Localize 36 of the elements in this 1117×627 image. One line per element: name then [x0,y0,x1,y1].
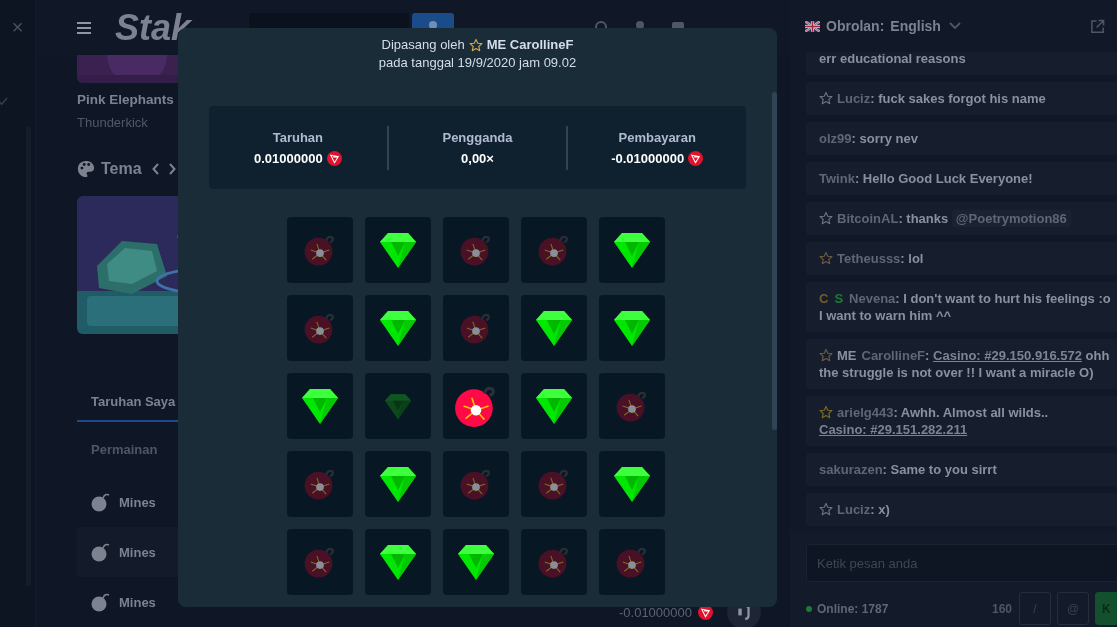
stat-value: -0.01000000 [611,150,685,166]
chat-message: err educational reasons [819,52,967,67]
close-button[interactable]: × [11,16,24,39]
payout-amount: -0.01000000 [619,604,692,620]
message-link[interactable]: Casino: #29.150.916.572 [933,348,1082,363]
chat-message: Tetheusss: lol [819,250,1115,267]
user-mention[interactable]: @Poetrymotion86 [951,210,1071,227]
provider-name[interactable]: Thunderkick [77,115,148,130]
chat-message: olz99: sorry nev [819,130,919,147]
stat-value: 0,00× [461,150,494,166]
chat-message: C S Nevena: I don't want to hurt his feelings :o I want to warn him ^^ [819,290,1112,324]
stat-label: Taruhan [272,129,323,145]
online-count: Online: 1787 [817,601,889,616]
game-name: Mines [119,494,156,510]
game-title[interactable]: Pink Elephants [77,92,174,107]
stat-value: 0.01000000 [254,150,323,166]
message-link[interactable]: Casino: #29.151.282.211 [819,422,968,437]
chat-title: Obrolan: [826,18,885,34]
character-count: 160 [991,601,1012,616]
bet-row[interactable]: Mines [77,477,775,527]
chat-message: Luciz: fuck sakes forgot his name [819,90,1115,107]
chat-message: BitcoinAL: thanks @Poetrymotion86 [819,210,1115,227]
chat-message: ME CarollineF: Casino: #29.150.916.572 ohh the struggle is not over !! I want a miracle O) [819,347,1111,381]
section-title: Tema [101,160,142,178]
game-name: Mines [119,544,156,560]
user-name[interactable]: ME CarollineF [486,36,574,54]
bet-date: pada tanggal 19/9/2020 jam 09.02 [378,54,577,72]
game-name: Mines [119,594,156,610]
language-selector[interactable]: English [890,18,961,34]
chat-message: Twink: Hello Good Luck Everyone! [819,170,1034,187]
stat-label: Pembayaran [618,129,696,145]
stat-label: Pengganda [442,129,513,145]
chat-message: Luciz: x) [819,501,1115,518]
chat-message: arielg443: Awhh. Almost all wilds.. Casino: #29.151.282.211 [819,404,1050,438]
placed-by-label: Dipasang oleh [381,36,465,54]
chat-message: sakurazen: Same to you sirrt [819,461,998,478]
